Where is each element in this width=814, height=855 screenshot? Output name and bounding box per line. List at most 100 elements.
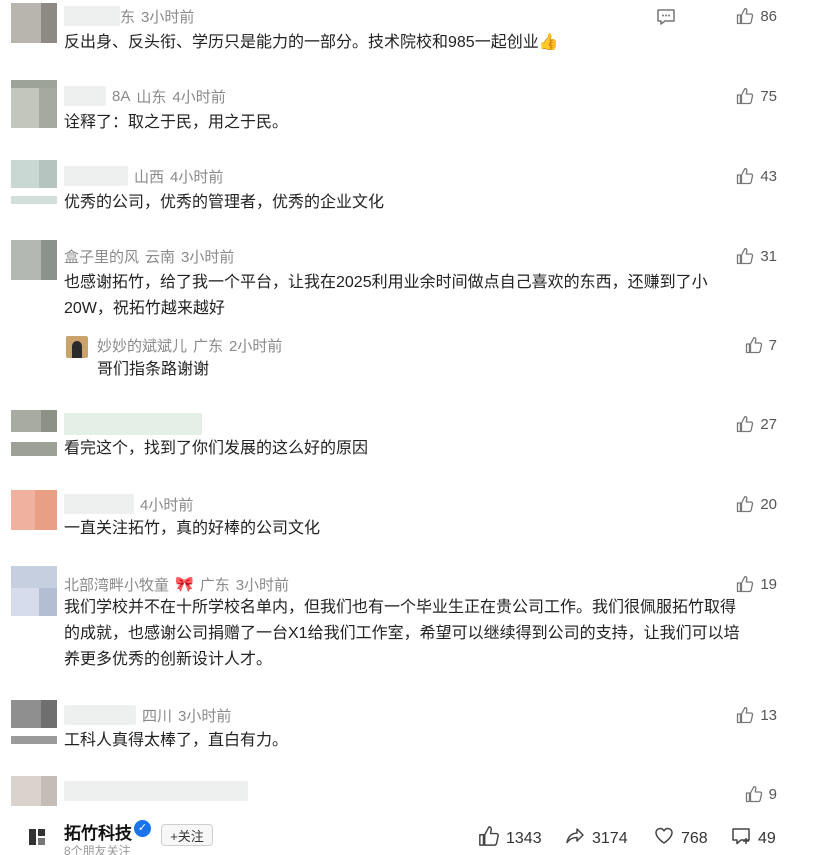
comment-meta: 山西 4小时前 <box>64 166 223 186</box>
comment-time: 4小时前 <box>140 496 194 514</box>
avatar[interactable] <box>11 490 57 530</box>
avatar[interactable] <box>11 80 57 128</box>
like-button[interactable]: 31 <box>736 246 777 266</box>
reply-like-button[interactable]: 7 <box>745 335 777 355</box>
brand-logo[interactable] <box>28 828 46 846</box>
like-count: 7 <box>768 336 777 354</box>
comment-meta <box>64 781 248 801</box>
comment-meta <box>64 413 202 435</box>
like-count: 20 <box>760 495 777 513</box>
heart-icon <box>653 825 675 852</box>
comment-time: 3小时前 <box>181 248 235 266</box>
like-count: 75 <box>760 87 777 105</box>
blurred-username <box>64 781 248 801</box>
username[interactable]: 盒子里的风 <box>64 246 139 267</box>
username[interactable]: 8A <box>112 88 130 105</box>
like-button[interactable]: 43 <box>736 166 777 186</box>
comment-meta: 四川 3小时前 <box>64 705 231 725</box>
like-count: 31 <box>760 247 777 265</box>
friends-following: 8个朋友关注 <box>64 844 131 855</box>
thumb-up-icon <box>736 415 754 433</box>
comment-text-line: 养更多优秀的创新设计人才。 <box>64 651 273 668</box>
blurred-username <box>64 413 202 435</box>
avatar[interactable] <box>11 566 57 616</box>
thumb-up-icon <box>736 87 754 105</box>
reply-username[interactable]: 妙妙的斌斌儿 <box>97 335 187 356</box>
comment-time: 4小时前 <box>170 168 224 186</box>
thumb-up-icon <box>736 7 754 25</box>
favorite-total: 768 <box>681 829 708 847</box>
brand-name[interactable]: 拓竹科技 <box>64 819 132 844</box>
comment-meta: 东 3小时前 <box>64 6 194 26</box>
comment-location: 广东 <box>199 576 230 594</box>
thumb-up-icon <box>736 706 754 724</box>
thumb-up-icon <box>736 247 754 265</box>
follow-button[interactable]: +关注 <box>161 824 213 846</box>
comment-button[interactable]: 49 <box>730 825 776 852</box>
comment-time: 3小时前 <box>178 707 232 725</box>
like-button[interactable]: 20 <box>736 494 777 514</box>
comment-text-line: 的成就，也感谢公司捐赠了一台X1给我们工作室，希望可以继续得到公司的支持，让我们… <box>64 625 740 642</box>
comment-text: 反出身、反头衔、学历只是能力的一部分。技术院校和985一起创业👍 <box>64 34 559 51</box>
blurred-username <box>64 705 136 725</box>
like-button[interactable]: 75 <box>736 86 777 106</box>
comment-text-line: 也感谢拓竹，给了我一个平台，让我在2025利用业余时间做点自己喜欢的东西，还赚到… <box>64 274 708 291</box>
like-button[interactable]: 13 <box>736 705 777 725</box>
avatar[interactable] <box>11 776 57 806</box>
blurred-username <box>64 166 128 186</box>
reply-meta: 妙妙的斌斌儿 广东 2小时前 <box>97 335 282 355</box>
comment-time: 3小时前 <box>141 8 195 26</box>
verified-icon: ✓ <box>134 820 151 837</box>
comment-time: 3小时前 <box>235 576 290 594</box>
like-count: 13 <box>760 706 777 724</box>
comment-meta: 盒子里的风 云南 3小时前 <box>64 246 234 266</box>
blurred-username <box>64 86 106 106</box>
blurred-username <box>64 6 120 26</box>
username[interactable]: 东 <box>120 6 135 27</box>
comment-text: 我们学校并不在十所学校名单内，但我们也有一个毕业生正在贵公司工作。我们很佩服拓竹… <box>64 595 764 673</box>
favorite-button[interactable]: 768 <box>653 825 708 852</box>
comment-location: 四川 <box>142 707 173 725</box>
avatar[interactable] <box>11 240 57 280</box>
comment-text: 工科人真得太棒了，直白有力。 <box>64 732 289 749</box>
comment-location: 云南 <box>145 248 176 266</box>
like-button[interactable]: 19 <box>736 574 777 594</box>
comment-location: 山西 <box>134 168 165 186</box>
like-count: 9 <box>768 785 777 803</box>
like-button[interactable]: 9 <box>745 784 777 804</box>
comment-meta: 4小时前 <box>64 494 193 514</box>
thumb-up-icon <box>736 167 754 185</box>
share-button[interactable]: 3174 <box>564 825 628 852</box>
avatar[interactable] <box>11 410 57 458</box>
like-count: 27 <box>760 415 777 433</box>
comment-total: 49 <box>758 829 776 847</box>
like-stat-button[interactable]: 1343 <box>478 825 542 852</box>
like-count: 19 <box>760 575 777 593</box>
avatar[interactable] <box>11 160 57 208</box>
share-total: 3174 <box>592 829 628 847</box>
comment-text-line: 我们学校并不在十所学校名单内，但我们也有一个毕业生正在贵公司工作。我们很佩服拓竹… <box>64 599 737 616</box>
thumb-up-icon <box>736 495 754 513</box>
avatar[interactable] <box>11 3 57 43</box>
comment-meta: 8A 山东 4小时前 <box>64 86 226 106</box>
share-icon <box>564 825 586 852</box>
username[interactable]: 北部湾畔小牧童 <box>64 574 169 595</box>
avatar[interactable] <box>11 700 57 746</box>
reply-avatar[interactable] <box>66 336 88 358</box>
reply-text: 哥们指条路谢谢 <box>97 361 210 378</box>
reply-icon[interactable] <box>656 8 676 26</box>
comment-meta: 北部湾畔小牧童 🎀 广东 3小时前 <box>64 574 289 594</box>
comment-text-line: 20W，祝拓竹越来越好 <box>64 300 225 317</box>
reply-time: 2小时前 <box>229 337 283 355</box>
comment-text: 优秀的公司，优秀的管理者，优秀的企业文化 <box>64 194 385 211</box>
blurred-username <box>64 494 134 514</box>
like-button[interactable]: 86 <box>736 6 777 26</box>
comment-text: 诠释了：取之于民，用之于民。 <box>64 114 289 131</box>
like-button[interactable]: 27 <box>736 414 777 434</box>
user-badge: 🎀 <box>175 576 194 593</box>
comment-text: 看完这个，找到了你们发展的这么好的原因 <box>64 440 369 457</box>
like-count: 86 <box>760 7 777 25</box>
comment-location: 山东 <box>136 88 167 106</box>
thumb-up-icon <box>745 336 763 354</box>
reply-location: 广东 <box>193 337 224 355</box>
